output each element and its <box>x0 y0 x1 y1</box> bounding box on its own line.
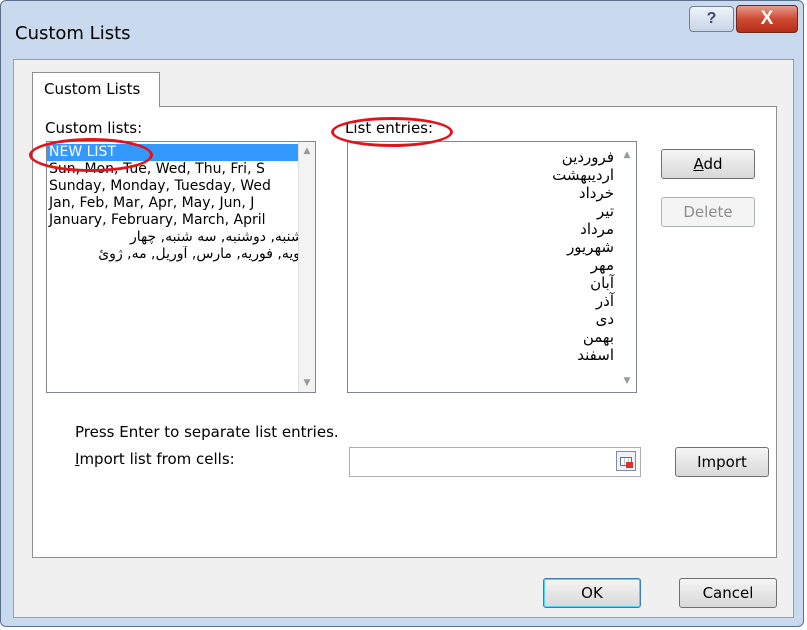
list-entry: فروردین <box>561 148 614 166</box>
custom-list-item[interactable]: ژانویه, فوریه, مارس, آوریل, مه, ژوئ <box>47 246 315 263</box>
list-entries-textbox[interactable]: فروردین اردیبهشت خرداد تیر مرداد شهریور مهر آبا… <box>347 141 637 393</box>
custom-list-item[interactable]: NEW LIST <box>47 144 315 161</box>
list-entries-label: List entries: <box>345 119 433 137</box>
range-arrow-shape <box>626 462 633 468</box>
custom-list-item[interactable]: Jan, Feb, Mar, Apr, May, Jun, J <box>47 195 315 212</box>
import-label-text: Import list from cells: <box>75 450 235 468</box>
list-entry: آبان <box>590 274 614 292</box>
hint-text: Press Enter to separate list entries. <box>75 423 339 441</box>
list-entry: خرداد <box>578 184 614 202</box>
import-range-input[interactable] <box>349 447 641 477</box>
scroll-down-arrow-icon[interactable]: ▼ <box>299 378 315 388</box>
dialog-title: Custom Lists <box>15 23 131 44</box>
help-button[interactable]: ? <box>689 6 734 32</box>
list-entry: شهریور <box>567 238 614 256</box>
custom-lists-label: Custom lists: <box>45 119 143 137</box>
delete-button[interactable]: Delete <box>661 197 755 227</box>
title-bar: Custom Lists ? X <box>1 1 803 61</box>
list-entries-label-text: List entries: <box>345 119 434 137</box>
list-entries-items: فروردین اردیبهشت خرداد تیر مرداد شهریور مهر آبا… <box>348 142 636 364</box>
list-entry: مهر <box>590 256 614 274</box>
add-button-label: Add <box>693 155 723 173</box>
custom-list-item[interactable]: Sun, Mon, Tue, Wed, Thu, Fri, S <box>47 161 315 178</box>
custom-list-item[interactable]: Sunday, Monday, Tuesday, Wed <box>47 178 315 195</box>
list-entry: آذر <box>595 292 614 310</box>
tab-custom-lists[interactable]: Custom Lists <box>32 72 160 107</box>
ok-button-label: OK <box>581 584 603 602</box>
import-label: Import list from cells: <box>75 450 235 468</box>
close-button[interactable]: X <box>736 5 798 33</box>
custom-list-item[interactable]: یکشنبه, دوشنبه, سه شنبه, چهار <box>47 229 315 246</box>
delete-button-label: Delete <box>683 203 733 221</box>
cancel-button[interactable]: Cancel <box>679 578 777 608</box>
cancel-button-label: Cancel <box>702 584 754 602</box>
import-button[interactable]: Import <box>675 447 769 477</box>
tab-panel: Custom lists: NEW LIST Sun, Mon, Tue, Wed… <box>32 106 777 558</box>
custom-lists-dialog: Custom Lists ? X Custom Lists Custom lis… <box>0 0 804 627</box>
question-mark-icon: ? <box>706 10 717 27</box>
ok-button[interactable]: OK <box>543 578 641 608</box>
add-button[interactable]: Add <box>661 149 755 179</box>
list-entry: تیر <box>597 202 614 220</box>
custom-lists-listbox[interactable]: NEW LIST Sun, Mon, Tue, Wed, Thu, Fri, SS… <box>46 141 316 393</box>
list-entry: اسفند <box>577 346 614 364</box>
custom-list-item[interactable]: January, February, March, April <box>47 212 315 229</box>
import-button-label: Import <box>697 453 747 471</box>
close-icon: X <box>760 8 774 29</box>
list-entry: اردیبهشت <box>552 166 614 184</box>
range-select-icon[interactable] <box>616 451 636 471</box>
dialog-body: Custom Lists Custom lists: NEW LIST Sun, … <box>13 59 794 618</box>
list-entries-scrollbar[interactable]: ▲ ▼ <box>619 142 636 392</box>
list-entry: دی <box>595 310 614 328</box>
scroll-down-arrow-icon[interactable]: ▼ <box>619 376 635 386</box>
list-entry: بهمن <box>582 328 614 346</box>
custom-lists-items: NEW LIST Sun, Mon, Tue, Wed, Thu, Fri, SS… <box>47 142 315 263</box>
scroll-up-arrow-icon[interactable]: ▲ <box>299 146 315 156</box>
list-entry: مرداد <box>580 220 614 238</box>
scroll-up-arrow-icon[interactable]: ▲ <box>619 150 635 160</box>
custom-lists-scrollbar[interactable]: ▲ ▼ <box>298 142 315 392</box>
